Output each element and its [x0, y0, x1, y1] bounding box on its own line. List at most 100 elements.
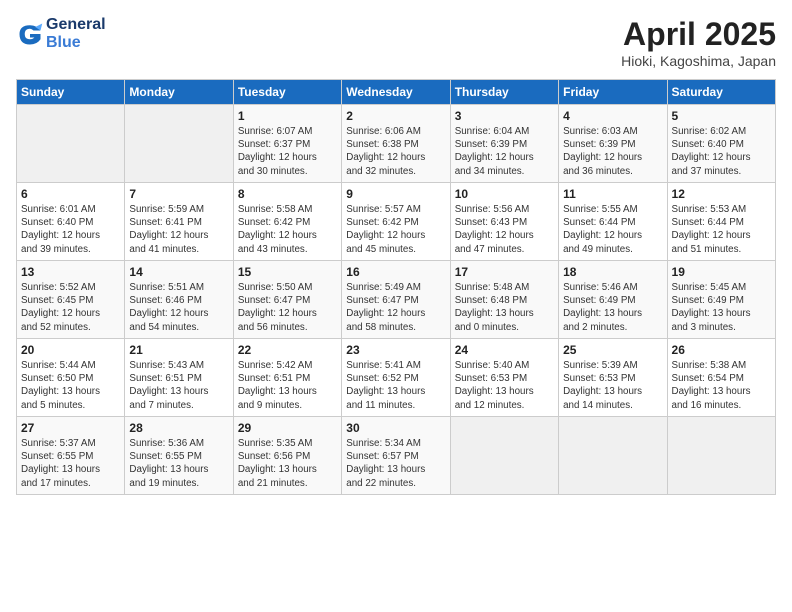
day-info: Sunrise: 6:01 AM Sunset: 6:40 PM Dayligh… [21, 203, 120, 256]
calendar-cell: 12 Sunrise: 5:53 AM Sunset: 6:44 PM Dayli… [667, 183, 775, 261]
calendar-cell: 24 Sunrise: 5:40 AM Sunset: 6:53 PM Dayli… [450, 339, 558, 417]
calendar-week-row: 1 Sunrise: 6:07 AM Sunset: 6:37 PM Daylig… [17, 105, 776, 183]
day-info: Sunrise: 5:49 AM Sunset: 6:47 PM Dayligh… [346, 281, 445, 334]
day-number: 15 [238, 265, 337, 279]
calendar-cell: 16 Sunrise: 5:49 AM Sunset: 6:47 PM Dayli… [342, 261, 450, 339]
day-number: 6 [21, 187, 120, 201]
day-number: 4 [563, 109, 662, 123]
calendar-cell: 11 Sunrise: 5:55 AM Sunset: 6:44 PM Dayli… [559, 183, 667, 261]
day-info: Sunrise: 5:56 AM Sunset: 6:43 PM Dayligh… [455, 203, 554, 256]
calendar-cell: 19 Sunrise: 5:45 AM Sunset: 6:49 PM Dayli… [667, 261, 775, 339]
calendar-cell: 20Sunrise: 5:44 AM Sunset: 6:50 PM Dayli… [17, 339, 125, 417]
weekday-header-row: SundayMondayTuesdayWednesdayThursdayFrid… [17, 80, 776, 105]
day-number: 16 [346, 265, 445, 279]
calendar-cell [559, 417, 667, 495]
day-number: 27 [21, 421, 120, 435]
calendar-cell: 23 Sunrise: 5:41 AM Sunset: 6:52 PM Dayli… [342, 339, 450, 417]
weekday-header: Saturday [667, 80, 775, 105]
calendar-cell: 8Sunrise: 5:58 AM Sunset: 6:42 PM Daylig… [233, 183, 341, 261]
calendar-table: SundayMondayTuesdayWednesdayThursdayFrid… [16, 79, 776, 495]
day-number: 25 [563, 343, 662, 357]
weekday-header: Thursday [450, 80, 558, 105]
day-number: 9 [346, 187, 445, 201]
day-info: Sunrise: 5:52 AM Sunset: 6:45 PM Dayligh… [21, 281, 120, 334]
day-info: Sunrise: 5:39 AM Sunset: 6:53 PM Dayligh… [563, 359, 662, 412]
day-number: 29 [238, 421, 337, 435]
logo-text: General Blue [46, 16, 106, 51]
day-number: 13 [21, 265, 120, 279]
calendar-week-row: 6 Sunrise: 6:01 AM Sunset: 6:40 PM Daylig… [17, 183, 776, 261]
day-number: 28 [129, 421, 228, 435]
calendar-cell: 21 Sunrise: 5:43 AM Sunset: 6:51 PM Dayli… [125, 339, 233, 417]
day-number: 5 [672, 109, 771, 123]
calendar-week-row: 13 Sunrise: 5:52 AM Sunset: 6:45 PM Dayli… [17, 261, 776, 339]
day-number: 1 [238, 109, 337, 123]
calendar-cell: 29 Sunrise: 5:35 AM Sunset: 6:56 PM Dayli… [233, 417, 341, 495]
calendar-week-row: 20Sunrise: 5:44 AM Sunset: 6:50 PM Dayli… [17, 339, 776, 417]
calendar-cell: 6 Sunrise: 6:01 AM Sunset: 6:40 PM Daylig… [17, 183, 125, 261]
day-info: Sunrise: 6:04 AM Sunset: 6:39 PM Dayligh… [455, 125, 554, 178]
day-info: Sunrise: 5:48 AM Sunset: 6:48 PM Dayligh… [455, 281, 554, 334]
day-info: Sunrise: 5:35 AM Sunset: 6:56 PM Dayligh… [238, 437, 337, 490]
day-number: 10 [455, 187, 554, 201]
day-info: Sunrise: 5:59 AM Sunset: 6:41 PM Dayligh… [129, 203, 228, 256]
month-title: April 2025 [621, 16, 776, 53]
logo-icon [16, 20, 44, 48]
day-info: Sunrise: 5:40 AM Sunset: 6:53 PM Dayligh… [455, 359, 554, 412]
day-info: Sunrise: 5:41 AM Sunset: 6:52 PM Dayligh… [346, 359, 445, 412]
day-info: Sunrise: 5:45 AM Sunset: 6:49 PM Dayligh… [672, 281, 771, 334]
day-info: Sunrise: 5:34 AM Sunset: 6:57 PM Dayligh… [346, 437, 445, 490]
day-info: Sunrise: 5:36 AM Sunset: 6:55 PM Dayligh… [129, 437, 228, 490]
weekday-header: Monday [125, 80, 233, 105]
day-info: Sunrise: 5:38 AM Sunset: 6:54 PM Dayligh… [672, 359, 771, 412]
day-number: 11 [563, 187, 662, 201]
day-info: Sunrise: 5:55 AM Sunset: 6:44 PM Dayligh… [563, 203, 662, 256]
day-number: 14 [129, 265, 228, 279]
day-number: 21 [129, 343, 228, 357]
calendar-cell: 10 Sunrise: 5:56 AM Sunset: 6:43 PM Dayli… [450, 183, 558, 261]
calendar-cell: 15Sunrise: 5:50 AM Sunset: 6:47 PM Dayli… [233, 261, 341, 339]
day-number: 26 [672, 343, 771, 357]
calendar-cell: 14Sunrise: 5:51 AM Sunset: 6:46 PM Dayli… [125, 261, 233, 339]
day-number: 18 [563, 265, 662, 279]
calendar-cell: 3 Sunrise: 6:04 AM Sunset: 6:39 PM Daylig… [450, 105, 558, 183]
day-number: 3 [455, 109, 554, 123]
day-number: 12 [672, 187, 771, 201]
day-info: Sunrise: 5:46 AM Sunset: 6:49 PM Dayligh… [563, 281, 662, 334]
day-number: 23 [346, 343, 445, 357]
logo: General Blue [16, 16, 106, 51]
weekday-header: Tuesday [233, 80, 341, 105]
weekday-header: Friday [559, 80, 667, 105]
calendar-cell: 4 Sunrise: 6:03 AM Sunset: 6:39 PM Daylig… [559, 105, 667, 183]
calendar-cell: 2Sunrise: 6:06 AM Sunset: 6:38 PM Daylig… [342, 105, 450, 183]
day-info: Sunrise: 5:43 AM Sunset: 6:51 PM Dayligh… [129, 359, 228, 412]
calendar-cell: 27 Sunrise: 5:37 AM Sunset: 6:55 PM Dayli… [17, 417, 125, 495]
calendar-cell [125, 105, 233, 183]
day-number: 24 [455, 343, 554, 357]
calendar-cell: 17Sunrise: 5:48 AM Sunset: 6:48 PM Dayli… [450, 261, 558, 339]
calendar-cell: 7 Sunrise: 5:59 AM Sunset: 6:41 PM Daylig… [125, 183, 233, 261]
calendar-cell: 1 Sunrise: 6:07 AM Sunset: 6:37 PM Daylig… [233, 105, 341, 183]
calendar-cell: 26 Sunrise: 5:38 AM Sunset: 6:54 PM Dayli… [667, 339, 775, 417]
calendar-cell: 25 Sunrise: 5:39 AM Sunset: 6:53 PM Dayli… [559, 339, 667, 417]
calendar-cell [450, 417, 558, 495]
day-info: Sunrise: 5:53 AM Sunset: 6:44 PM Dayligh… [672, 203, 771, 256]
calendar-cell [17, 105, 125, 183]
page-header: General Blue April 2025 Hioki, Kagoshima… [16, 16, 776, 69]
day-info: Sunrise: 6:06 AM Sunset: 6:38 PM Dayligh… [346, 125, 445, 178]
page-container: General Blue April 2025 Hioki, Kagoshima… [0, 0, 792, 505]
day-number: 7 [129, 187, 228, 201]
location: Hioki, Kagoshima, Japan [621, 53, 776, 69]
day-number: 19 [672, 265, 771, 279]
day-info: Sunrise: 5:37 AM Sunset: 6:55 PM Dayligh… [21, 437, 120, 490]
day-number: 30 [346, 421, 445, 435]
day-info: Sunrise: 5:42 AM Sunset: 6:51 PM Dayligh… [238, 359, 337, 412]
calendar-cell: 13 Sunrise: 5:52 AM Sunset: 6:45 PM Dayli… [17, 261, 125, 339]
calendar-cell: 9Sunrise: 5:57 AM Sunset: 6:42 PM Daylig… [342, 183, 450, 261]
day-info: Sunrise: 6:03 AM Sunset: 6:39 PM Dayligh… [563, 125, 662, 178]
day-info: Sunrise: 6:07 AM Sunset: 6:37 PM Dayligh… [238, 125, 337, 178]
day-number: 20 [21, 343, 120, 357]
weekday-header: Wednesday [342, 80, 450, 105]
day-info: Sunrise: 6:02 AM Sunset: 6:40 PM Dayligh… [672, 125, 771, 178]
calendar-cell [667, 417, 775, 495]
